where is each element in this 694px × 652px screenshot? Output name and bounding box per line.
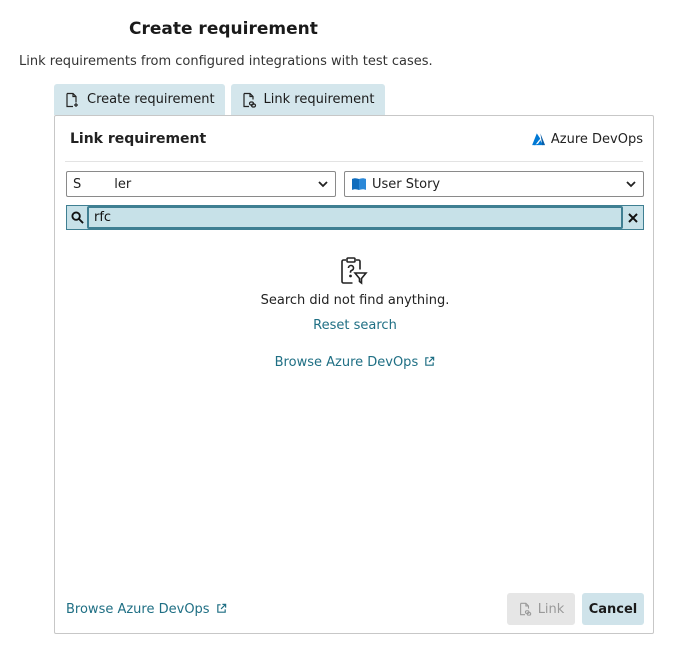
clipboard-question-filter-icon xyxy=(341,257,368,285)
tab-create-requirement[interactable]: Create requirement xyxy=(54,84,225,115)
document-link-icon xyxy=(242,92,256,108)
browse-azure-devops-label: Browse Azure DevOps xyxy=(274,355,419,370)
empty-state-message: Search did not find anything. xyxy=(260,293,450,308)
panel-header: Link requirement Azure DevOps xyxy=(65,116,643,162)
link-button[interactable]: Link xyxy=(507,593,575,625)
document-plus-icon xyxy=(66,92,78,107)
browse-azure-devops-link[interactable]: Browse Azure DevOps xyxy=(55,355,655,370)
search-input[interactable] xyxy=(87,206,623,229)
panel-title: Link requirement xyxy=(70,131,207,147)
dialog-title: Create requirement xyxy=(129,19,318,39)
work-item-type-select[interactable]: User Story xyxy=(344,171,644,197)
chevron-down-icon xyxy=(626,181,636,188)
footer-browse-azure-devops-link[interactable]: Browse Azure DevOps xyxy=(66,602,227,617)
external-link-icon xyxy=(216,603,226,613)
close-icon xyxy=(628,212,638,223)
tab-link-requirement[interactable]: Link requirement xyxy=(230,84,385,115)
work-item-type-value-wrap: User Story xyxy=(351,176,625,192)
search-icon xyxy=(70,211,84,224)
book-icon xyxy=(352,178,366,190)
link-requirement-panel: Link requirement Azure DevOps S ler User… xyxy=(54,115,654,634)
tab-bar: Create requirement Link requirement xyxy=(54,84,385,115)
provider-label: Azure DevOps xyxy=(531,132,643,147)
search-bar xyxy=(66,205,644,230)
project-select-value: S ler xyxy=(73,176,132,192)
azure-devops-icon xyxy=(532,133,545,146)
dialog-subtitle: Link requirements from configured integr… xyxy=(19,54,433,69)
tab-create-requirement-label: Create requirement xyxy=(87,92,215,107)
chevron-down-icon xyxy=(318,181,328,188)
work-item-type-value: User Story xyxy=(372,176,441,192)
tab-link-requirement-label: Link requirement xyxy=(263,92,375,107)
search-icon-wrap xyxy=(67,211,87,224)
provider-name: Azure DevOps xyxy=(550,132,643,147)
cancel-button[interactable]: Cancel xyxy=(582,593,644,625)
footer-browse-label: Browse Azure DevOps xyxy=(66,602,210,617)
document-link-icon xyxy=(519,602,531,616)
clear-search-button[interactable] xyxy=(623,212,643,223)
link-button-label: Link xyxy=(537,601,565,617)
reset-search-link[interactable]: Reset search xyxy=(55,318,655,333)
external-link-icon xyxy=(425,356,435,366)
project-select[interactable]: S ler xyxy=(66,171,336,197)
